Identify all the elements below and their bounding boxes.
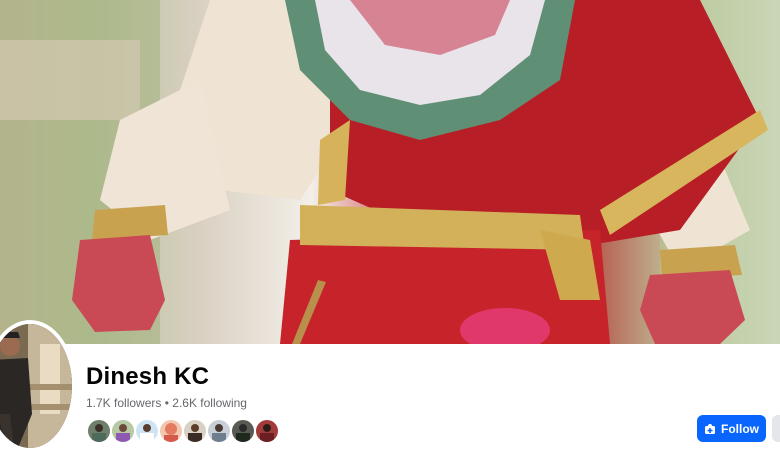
friend-avatar[interactable] [134,418,160,444]
following-count[interactable]: 2.6K following [172,396,247,410]
follow-button[interactable]: Follow [697,415,766,442]
friend-avatar[interactable] [86,418,112,444]
followers-count[interactable]: 1.7K followers [86,396,161,410]
follow-stats: 1.7K followers • 2.6K following [86,396,247,410]
more-options-button[interactable] [772,415,780,442]
friend-avatar[interactable] [230,418,256,444]
stats-separator: • [164,396,169,410]
follow-button-label: Follow [721,421,759,436]
add-friend-icon [704,423,716,435]
friend-avatar[interactable] [110,418,136,444]
mutual-friends-avatars [86,418,280,444]
profile-name[interactable]: Dinesh KC [86,363,209,391]
friend-avatar[interactable] [158,418,184,444]
friend-avatar[interactable] [182,418,208,444]
friend-avatar[interactable] [254,418,280,444]
cover-photo[interactable] [0,0,780,344]
friend-avatar[interactable] [206,418,232,444]
cover-illustration [0,0,780,344]
